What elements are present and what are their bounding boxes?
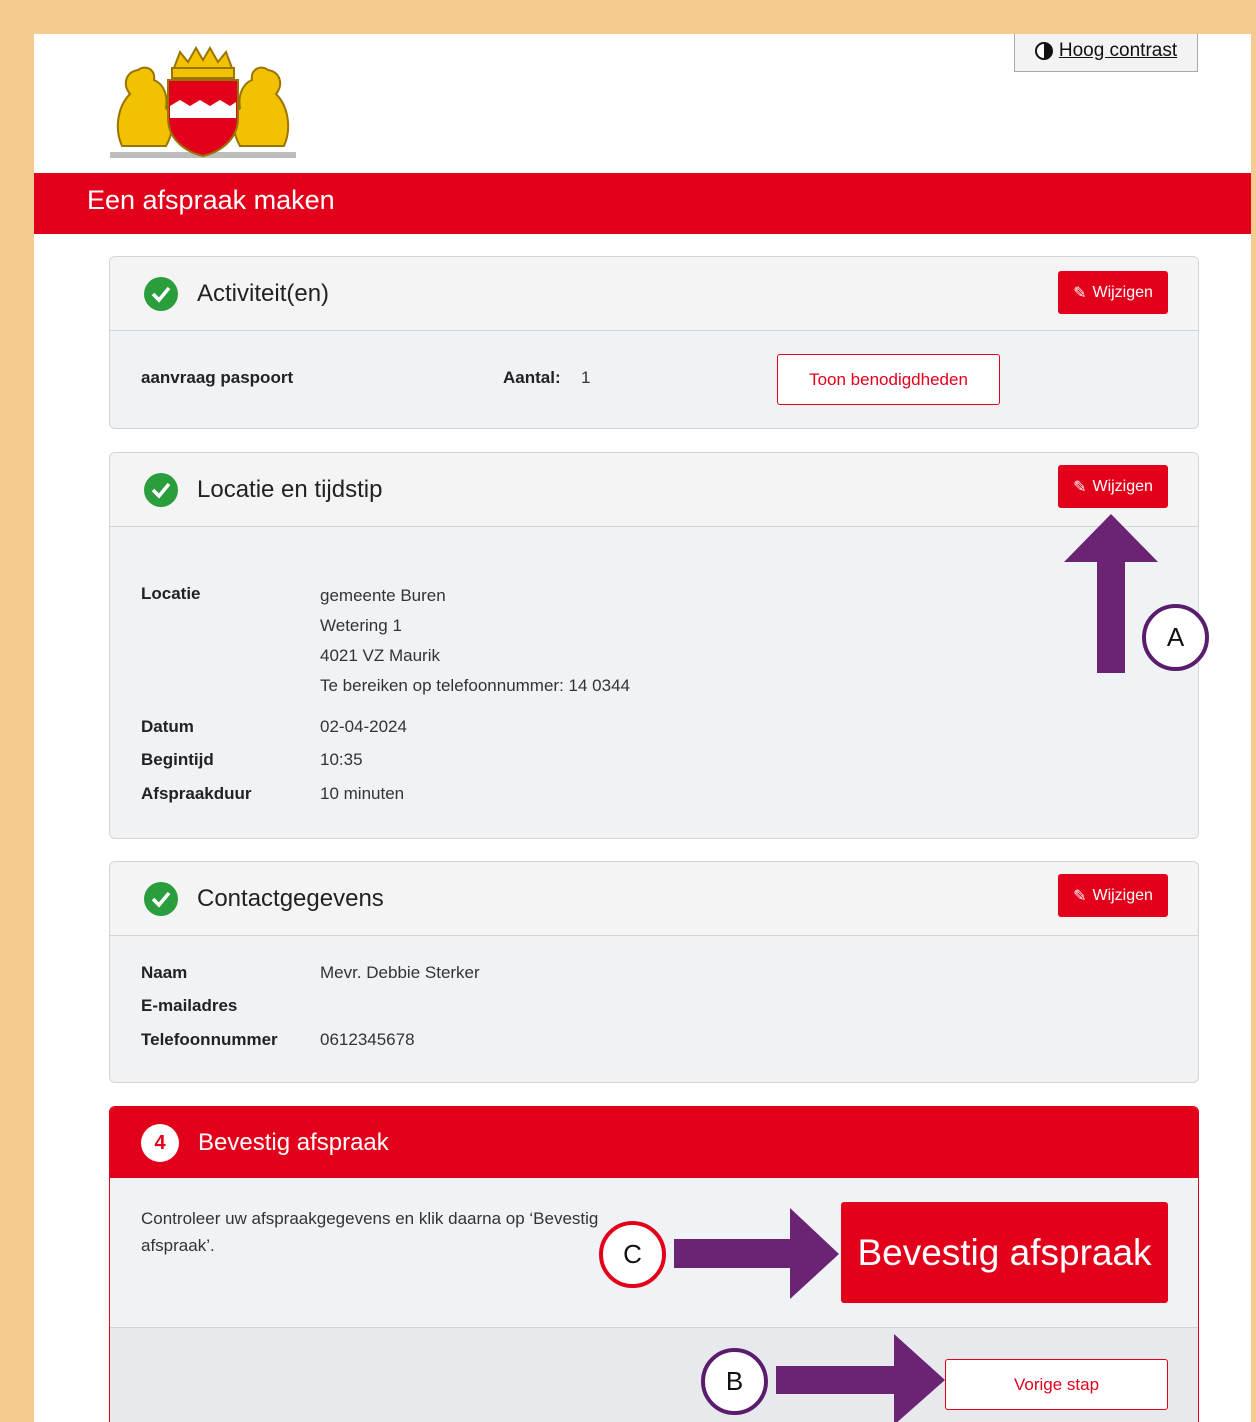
check-icon: [144, 473, 178, 507]
location-label: Locatie: [141, 584, 201, 603]
location-line: gemeente Buren: [320, 586, 446, 605]
location-card: Locatie en tijdstip ✎ Wijzigen Locatie g…: [109, 452, 1199, 839]
edit-activities-label: Wijzigen: [1092, 283, 1153, 301]
annotation-circle-c: C: [599, 1221, 666, 1288]
phone-label: Telefoonnummer: [141, 1030, 278, 1049]
contact-card: Contactgegevens ✎ Wijzigen Naam Mevr. De…: [109, 861, 1199, 1083]
pencil-icon: ✎: [1073, 284, 1087, 302]
high-contrast-label: Hoog contrast: [1058, 39, 1178, 61]
activities-card: Activiteit(en) ✎ Wijzigen aanvraag paspo…: [109, 256, 1199, 429]
activity-name: aanvraag paspoort: [141, 368, 294, 387]
step-number-badge: 4: [141, 1124, 179, 1162]
count-value: 1: [581, 368, 591, 387]
confirm-header: 4 Bevestig afspraak: [110, 1107, 1198, 1178]
duration-value: 10 minuten: [320, 784, 405, 803]
date-label: Datum: [141, 717, 194, 736]
contrast-icon: [1034, 41, 1053, 60]
location-line: Te bereiken op telefoonnummer: 14 0344: [320, 676, 630, 695]
coat-of-arms-logo: [110, 46, 296, 158]
phone-value: 0612345678: [320, 1030, 415, 1049]
contact-title: Contactgegevens: [197, 885, 384, 912]
start-time-value: 10:35: [320, 750, 363, 769]
show-requirements-label: Toon benodigdheden: [809, 369, 968, 389]
edit-activities-button[interactable]: ✎ Wijzigen: [1058, 271, 1168, 314]
date-value: 02-04-2024: [320, 717, 407, 736]
activities-title: Activiteit(en): [197, 280, 330, 307]
confirm-title: Bevestig afspraak: [198, 1129, 389, 1156]
edit-contact-button[interactable]: ✎ Wijzigen: [1058, 874, 1168, 917]
location-title: Locatie en tijdstip: [197, 476, 383, 503]
screenshot-frame: Hoog contrast Een afspraak maken Activit…: [10, 10, 1251, 1422]
show-requirements-button[interactable]: Toon benodigdheden: [777, 354, 1000, 405]
annotation-circle-a: A: [1142, 604, 1209, 671]
edit-location-label: Wijzigen: [1092, 477, 1153, 495]
confirm-footer: Vorige stap: [110, 1327, 1198, 1422]
annotation-circle-b: B: [701, 1348, 768, 1415]
location-line: 4021 VZ Maurik: [320, 646, 440, 665]
high-contrast-button[interactable]: Hoog contrast: [1014, 34, 1198, 72]
edit-location-button[interactable]: ✎ Wijzigen: [1058, 465, 1168, 508]
name-label: Naam: [141, 963, 188, 982]
check-icon: [144, 882, 178, 916]
location-header: Locatie en tijdstip ✎ Wijzigen: [110, 453, 1198, 527]
previous-step-button[interactable]: Vorige stap: [945, 1359, 1168, 1410]
pencil-icon: ✎: [1073, 478, 1087, 496]
annotation-arrow-b-icon: [776, 1334, 945, 1422]
previous-step-label: Vorige stap: [1013, 1374, 1100, 1394]
edit-contact-label: Wijzigen: [1092, 886, 1153, 904]
duration-label: Afspraakduur: [141, 784, 252, 803]
confirm-appointment-label: Bevestig afspraak: [857, 1231, 1152, 1273]
pencil-icon: ✎: [1073, 887, 1087, 905]
count-label: Aantal:: [503, 368, 561, 387]
page-banner: Een afspraak maken: [34, 173, 1251, 234]
check-icon: [144, 277, 178, 311]
confirm-instruction: Controleer uw afspraakgegevens en klik d…: [141, 1209, 599, 1255]
location-line: Wetering 1: [320, 616, 402, 635]
email-label: E-mailadres: [141, 996, 238, 1015]
name-value: Mevr. Debbie Sterker: [320, 963, 480, 982]
annotation-arrow-c-icon: [674, 1208, 839, 1299]
confirm-appointment-button[interactable]: Bevestig afspraak: [841, 1202, 1168, 1303]
activities-header: Activiteit(en) ✎ Wijzigen: [110, 257, 1198, 331]
contact-header: Contactgegevens ✎ Wijzigen: [110, 862, 1198, 936]
page: Hoog contrast Een afspraak maken Activit…: [34, 34, 1251, 1422]
page-title: Een afspraak maken: [87, 185, 335, 215]
start-time-label: Begintijd: [141, 750, 214, 769]
